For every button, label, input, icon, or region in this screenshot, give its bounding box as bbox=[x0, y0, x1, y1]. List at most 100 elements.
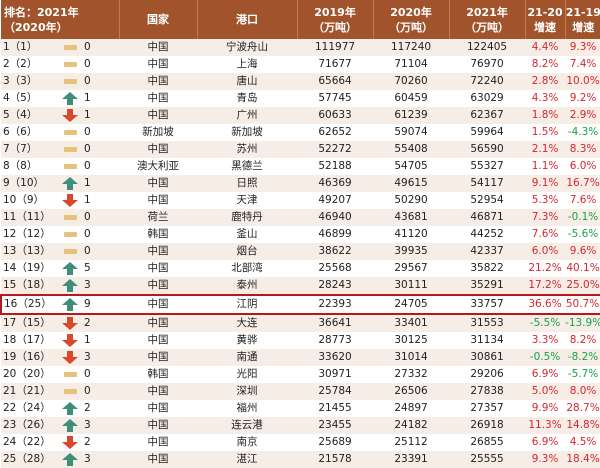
growth-21-20-cell: -5.5% bbox=[525, 314, 566, 332]
growth-21-19-cell: 4.5% bbox=[565, 434, 600, 451]
country-cell: 荷兰 bbox=[119, 209, 198, 226]
y2020-cell: 59074 bbox=[373, 124, 450, 141]
y2019-cell: 60633 bbox=[297, 107, 374, 124]
country-cell: 中国 bbox=[119, 243, 198, 260]
growth-21-20-cell: 3.3% bbox=[525, 332, 566, 349]
y2019-cell: 23455 bbox=[297, 417, 374, 434]
rank-change-cell: 0 bbox=[81, 39, 120, 56]
table-row: 10（9） 1 中国 天津 49207 50290 52954 5.3% 7.6% bbox=[1, 192, 600, 209]
table-body: 1（1） 0 中国 宁波舟山 111977 117240 122405 4.4% 9.3% 2（2… bbox=[0, 39, 600, 468]
y2020-cell: 60459 bbox=[373, 90, 450, 107]
y2021-cell: 35822 bbox=[449, 260, 526, 277]
growth-21-19-cell: 7.4% bbox=[565, 56, 600, 73]
growth-21-19-cell: 50.7% bbox=[565, 294, 600, 315]
country-cell: 中国 bbox=[119, 141, 198, 158]
growth-21-20-cell: 1.1% bbox=[525, 158, 566, 175]
y2021-cell: 46871 bbox=[449, 209, 526, 226]
growth-21-20-cell: 2.8% bbox=[525, 73, 566, 90]
port-cell: 烟台 bbox=[197, 243, 298, 260]
port-cell: 釜山 bbox=[197, 226, 298, 243]
growth-21-20-cell: 6.0% bbox=[525, 243, 566, 260]
table-row: 3（3） 0 中国 唐山 65664 70260 72240 2.8% 10.0% bbox=[1, 73, 600, 90]
country-cell: 中国 bbox=[119, 349, 198, 366]
growth-21-19-cell: -5.6% bbox=[565, 226, 600, 243]
country-cell: 中国 bbox=[119, 39, 198, 56]
growth-21-20-cell: 9.1% bbox=[525, 175, 566, 192]
y2020-cell: 31014 bbox=[373, 349, 450, 366]
table-row: 5（4） 1 中国 广州 60633 61239 62367 1.8% 2.9% bbox=[1, 107, 600, 124]
country-cell: 中国 bbox=[119, 90, 198, 107]
growth-21-20-cell: 9.9% bbox=[525, 400, 566, 417]
growth-21-20-cell: 5.0% bbox=[525, 383, 566, 400]
port-cell: 南通 bbox=[197, 349, 298, 366]
port-cell: 苏州 bbox=[197, 141, 298, 158]
port-cell: 上海 bbox=[197, 56, 298, 73]
port-cell: 北部湾 bbox=[197, 260, 298, 277]
port-cell: 鹿特丹 bbox=[197, 209, 298, 226]
y2021-cell: 59964 bbox=[449, 124, 526, 141]
down-arrow-icon bbox=[59, 107, 81, 124]
rank-change-cell: 0 bbox=[81, 158, 120, 175]
y2019-cell: 62652 bbox=[297, 124, 374, 141]
y2021-cell: 63029 bbox=[449, 90, 526, 107]
y2021-cell: 42337 bbox=[449, 243, 526, 260]
y2021-cell: 33757 bbox=[449, 294, 526, 315]
y2020-cell: 50290 bbox=[373, 192, 450, 209]
port-cell: 深圳 bbox=[197, 383, 298, 400]
growth-21-19-cell: 16.7% bbox=[565, 175, 600, 192]
rank-cell: 19（16） bbox=[1, 349, 59, 366]
y2019-cell: 52188 bbox=[297, 158, 374, 175]
rank-cell: 11（11） bbox=[1, 209, 59, 226]
y2020-cell: 33401 bbox=[373, 314, 450, 332]
up-arrow-icon bbox=[59, 400, 81, 417]
growth-21-19-cell: -0.1% bbox=[565, 209, 600, 226]
port-cell: 大连 bbox=[197, 314, 298, 332]
table-row: 9（10） 1 中国 日照 46369 49615 54117 9.1% 16.7% bbox=[1, 175, 600, 192]
y2020-cell: 117240 bbox=[373, 39, 450, 56]
y2021-cell: 27357 bbox=[449, 400, 526, 417]
flat-bar-icon bbox=[59, 243, 81, 260]
rank-cell: 23（26） bbox=[1, 417, 59, 434]
country-cell: 中国 bbox=[119, 383, 198, 400]
growth-21-20-cell: 36.6% bbox=[525, 294, 566, 315]
y2019-cell: 52272 bbox=[297, 141, 374, 158]
port-cell: 江阴 bbox=[197, 294, 298, 315]
rank-cell: 8（8） bbox=[1, 158, 59, 175]
down-arrow-icon bbox=[59, 434, 81, 451]
port-cell: 泰州 bbox=[197, 277, 298, 295]
growth-21-19-cell: 10.0% bbox=[565, 73, 600, 90]
down-arrow-icon bbox=[59, 332, 81, 349]
rank-change-cell: 0 bbox=[81, 209, 120, 226]
growth-21-19-cell: 9.3% bbox=[565, 39, 600, 56]
y2020-header-label: 2020年 bbox=[390, 5, 432, 19]
y2020-cell: 26506 bbox=[373, 383, 450, 400]
y2020-cell: 24897 bbox=[373, 400, 450, 417]
y2019-cell: 46899 bbox=[297, 226, 374, 243]
y2019-cell: 22393 bbox=[297, 294, 374, 315]
down-arrow-icon bbox=[59, 314, 81, 332]
country-cell: 中国 bbox=[119, 332, 198, 349]
table-row: 8（8） 0 澳大利亚 黑德兰 52188 54705 55327 1.1% 6.0% bbox=[1, 158, 600, 175]
table-row: 14（19） 5 中国 北部湾 25568 29567 35822 21.2% 40.1% bbox=[1, 260, 600, 277]
growth-21-19-cell: 9.2% bbox=[565, 90, 600, 107]
y2020-cell: 24182 bbox=[373, 417, 450, 434]
rank-cell: 5（4） bbox=[1, 107, 59, 124]
y2020-cell: 61239 bbox=[373, 107, 450, 124]
table-row: 1（1） 0 中国 宁波舟山 111977 117240 122405 4.4% 9.3% bbox=[1, 39, 600, 56]
rank-change-cell: 5 bbox=[81, 260, 120, 277]
y2019-cell: 65664 bbox=[297, 73, 374, 90]
rank-cell: 16（25） bbox=[0, 294, 59, 315]
y2020-cell: 30111 bbox=[373, 277, 450, 295]
rank-change-cell: 2 bbox=[81, 434, 120, 451]
country-cell: 中国 bbox=[119, 192, 198, 209]
up-arrow-icon bbox=[59, 417, 81, 434]
growth-21-20-header-sublabel: 增速 bbox=[534, 20, 557, 34]
rank-cell: 6（6） bbox=[1, 124, 59, 141]
table-row: 22（24） 2 中国 福州 21455 24897 27357 9.9% 28.7% bbox=[1, 400, 600, 417]
table-row: 17（15） 2 中国 大连 36641 33401 31553 -5.5% -13.9% bbox=[1, 314, 600, 332]
table-row: 11（11） 0 荷兰 鹿特丹 46940 43681 46871 7.3% -0.1% bbox=[1, 209, 600, 226]
rank-cell: 12（12） bbox=[1, 226, 59, 243]
y2019-header-unit: （万吨） bbox=[313, 20, 358, 34]
growth-21-19-cell: 7.6% bbox=[565, 192, 600, 209]
port-cell: 青岛 bbox=[197, 90, 298, 107]
